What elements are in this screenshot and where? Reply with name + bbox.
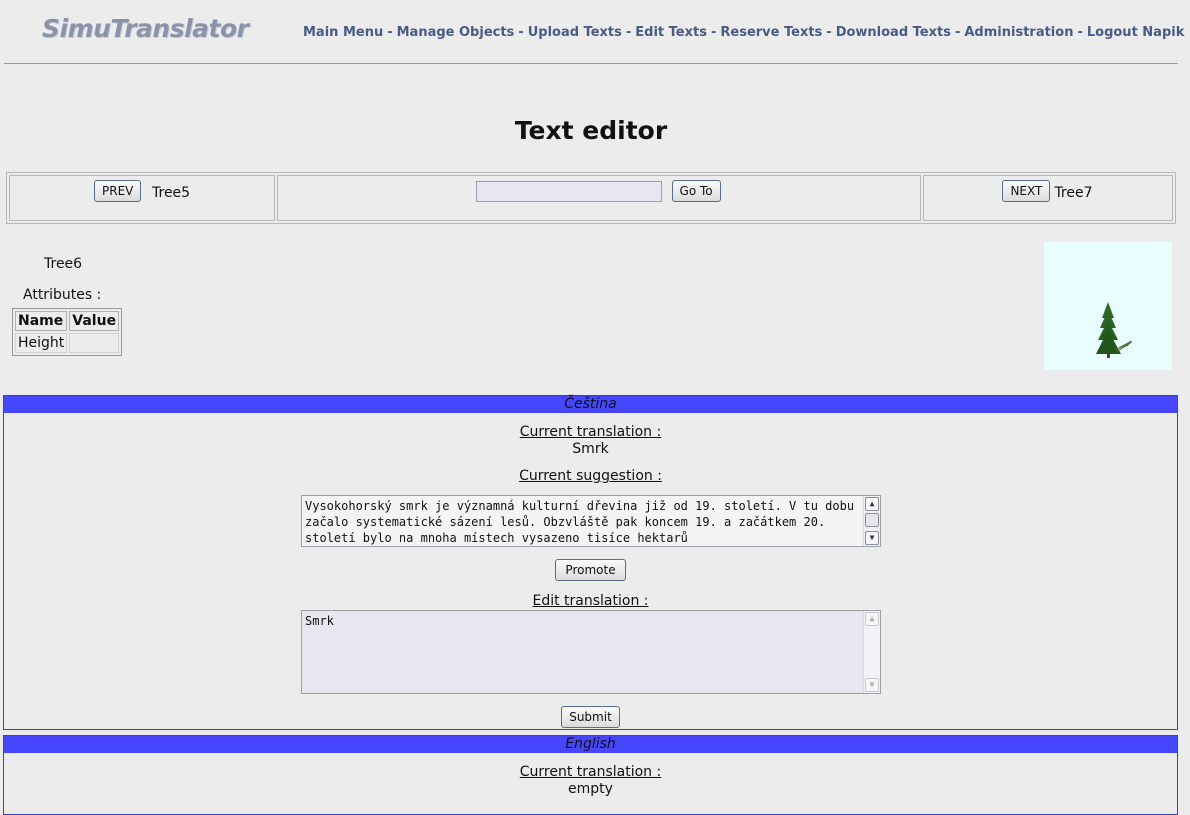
goto-button[interactable]: Go To: [671, 180, 721, 202]
column-header-value: Value: [69, 311, 120, 331]
table-row: Height: [15, 333, 120, 353]
object-name: Tree6: [44, 256, 83, 272]
next-button[interactable]: NEXT: [1002, 180, 1051, 202]
current-translation-label: Current translation :: [519, 764, 662, 780]
nav-edit-texts[interactable]: Edit Texts: [635, 25, 707, 40]
language-header: English: [4, 736, 1177, 753]
nav-main-menu[interactable]: Main Menu: [303, 25, 383, 40]
prev-cell: PREV Tree5: [9, 175, 275, 221]
nav-separator: -: [954, 25, 961, 40]
current-translation-label: Current translation :: [519, 424, 662, 440]
current-translation-value: empty: [568, 781, 613, 797]
attributes-table: Name Value Height: [12, 308, 123, 356]
scroll-thumb[interactable]: [865, 513, 879, 527]
column-header-name: Name: [15, 311, 68, 331]
edit-translation-textarea[interactable]: Smrk ▲ ▼: [301, 610, 881, 694]
nav-upload-texts[interactable]: Upload Texts: [528, 25, 622, 40]
prev-button[interactable]: PREV: [94, 180, 142, 202]
header-divider: [4, 63, 1178, 64]
main-nav: Main Menu - Manage Objects - Upload Texts - Ed…: [303, 25, 1184, 40]
language-panel-czech: Čeština Current translation : Smrk Curre…: [3, 395, 1178, 730]
nav-logout[interactable]: Logout Napik: [1087, 25, 1185, 40]
goto-input[interactable]: [475, 181, 662, 202]
object-preview: [1044, 242, 1172, 370]
prev-item-label: Tree5: [152, 185, 191, 201]
language-panel-english: English Current translation : empty: [3, 735, 1178, 815]
nav-reserve-texts[interactable]: Reserve Texts: [720, 25, 822, 40]
scroll-down-icon[interactable]: ▼: [865, 678, 879, 692]
suggestion-textarea[interactable]: Vysokohorský smrk je významná kulturní d…: [301, 495, 881, 547]
tree-icon: [1096, 302, 1133, 358]
goto-cell: Go To: [276, 175, 922, 221]
attribute-value-cell: [69, 333, 120, 353]
attribute-name-cell: Height: [15, 333, 68, 353]
nav-separator: -: [387, 25, 393, 40]
scroll-down-icon[interactable]: ▼: [865, 531, 879, 545]
nav-download-texts[interactable]: Download Texts: [836, 25, 951, 40]
edit-translation-text: Smrk: [305, 614, 334, 628]
table-header-row: Name Value: [15, 311, 120, 331]
scroll-up-icon[interactable]: ▲: [865, 612, 879, 626]
nav-separator: -: [826, 25, 832, 40]
nav-separator: -: [710, 25, 717, 40]
next-item-label: Tree7: [1054, 185, 1093, 201]
app-logo[interactable]: SimuTranslator: [42, 14, 249, 43]
scroll-up-icon[interactable]: ▲: [865, 497, 879, 511]
submit-button[interactable]: Submit: [561, 706, 620, 728]
nav-manage-objects[interactable]: Manage Objects: [397, 25, 515, 40]
promote-wrapper: Promote: [4, 559, 1177, 581]
suggestion-text: Vysokohorský smrk je významná kulturní d…: [305, 499, 855, 545]
current-translation-value: Smrk: [572, 441, 609, 457]
nav-separator: -: [518, 25, 524, 40]
header: SimuTranslator Main Menu - Manage Objects -…: [0, 0, 1190, 64]
submit-wrapper: Submit: [4, 706, 1177, 728]
suggestion-scrollbar[interactable]: ▲ ▼: [863, 496, 880, 546]
nav-separator: -: [1077, 25, 1083, 40]
edit-scrollbar[interactable]: ▲ ▼: [863, 611, 880, 693]
next-cell: NEXT Tree7: [923, 175, 1174, 221]
edit-translation-label: Edit translation :: [532, 593, 649, 609]
promote-button[interactable]: Promote: [555, 559, 626, 581]
nav-separator: -: [625, 25, 632, 40]
nav-administration[interactable]: Administration: [964, 25, 1073, 40]
current-suggestion-label: Current suggestion :: [519, 468, 662, 484]
item-navigation-bar: PREV Tree5 Go To NEXT Tree7: [6, 172, 1176, 224]
page-title: Text editor: [514, 116, 668, 145]
attributes-title: Attributes :: [23, 287, 102, 303]
language-header: Čeština: [4, 396, 1177, 413]
